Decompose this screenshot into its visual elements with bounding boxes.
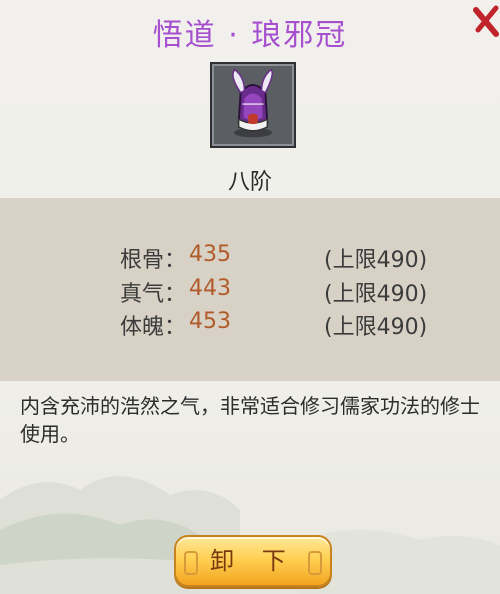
stat-limit: (上限490) xyxy=(324,315,428,340)
item-description: 内含充沛的浩然之气，非常适合修习儒家功法的修士使用。 xyxy=(20,394,480,446)
stat-limit: (上限490) xyxy=(324,248,428,273)
stat-value: 443 xyxy=(189,276,231,301)
stat-row: 根骨： 435 (上限490) xyxy=(0,242,500,273)
button-ornament-right xyxy=(308,551,322,575)
stat-row: 真气： 443 (上限490) xyxy=(0,276,500,307)
item-title: 悟道 · 琅邪冠 xyxy=(152,18,348,53)
stat-value: 453 xyxy=(189,309,231,334)
button-ornament-left xyxy=(184,551,198,575)
stats-section: 根骨： 435 (上限490) 真气： 443 (上限490) 体魄： 453 … xyxy=(0,198,500,381)
close-button[interactable] xyxy=(470,0,500,44)
stat-value: 435 xyxy=(189,242,231,267)
item-detail-panel: 悟道 · 琅邪冠 八阶 根骨： 435 (上限490) 真气： 443 (上限4… xyxy=(0,0,500,594)
stat-name: 根骨： xyxy=(120,248,187,273)
item-icon-frame[interactable] xyxy=(210,62,296,148)
close-icon xyxy=(473,5,499,37)
unequip-button[interactable]: 卸 下 xyxy=(174,535,332,587)
stat-limit: (上限490) xyxy=(324,282,428,307)
purple-crown-icon xyxy=(232,68,273,138)
stat-row: 体魄： 453 (上限490) xyxy=(0,309,500,340)
stat-name: 真气： xyxy=(120,282,187,307)
unequip-label: 卸 下 xyxy=(210,547,296,575)
item-rank: 八阶 xyxy=(227,170,272,195)
stat-name: 体魄： xyxy=(120,315,187,340)
